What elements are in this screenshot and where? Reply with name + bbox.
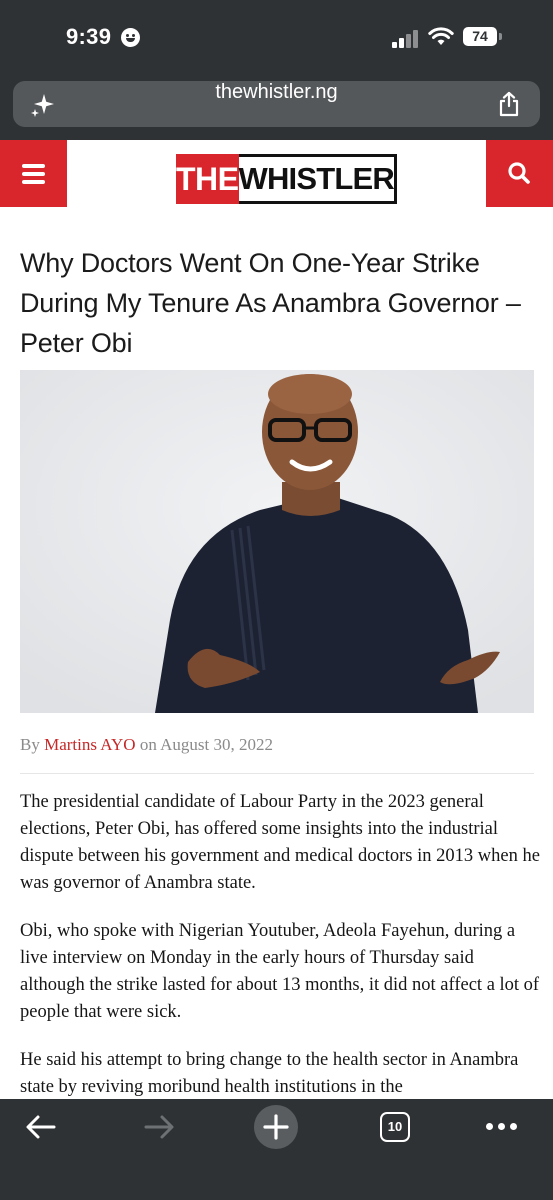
battery-cap [499, 33, 502, 40]
search-button[interactable] [486, 140, 553, 207]
battery-icon: 74 [463, 27, 497, 46]
portrait-illustration [20, 370, 534, 713]
share-icon[interactable] [497, 91, 521, 117]
author-link[interactable]: Martins AYO [44, 735, 135, 754]
article-paragraph: Obi, who spoke with Nigerian Youtuber, A… [20, 921, 540, 1022]
address-bar[interactable]: thewhistler.ng [13, 81, 540, 127]
byline-prefix: By [20, 735, 40, 754]
site-logo[interactable]: THE WHISTLER [176, 154, 397, 204]
logo-whistler: WHISTLER [238, 154, 397, 204]
more-options-icon[interactable] [486, 1123, 518, 1131]
cellular-signal-icon [392, 30, 420, 48]
forward-arrow-icon[interactable] [142, 1113, 176, 1141]
focus-mode-icon [121, 28, 140, 47]
browser-toolbar: 10 [0, 1099, 553, 1200]
logo-the: THE [176, 154, 239, 204]
byline-mid: on [139, 735, 157, 754]
article-paragraph: He said his attempt to bring change to t… [20, 1050, 519, 1097]
hamburger-icon [22, 164, 45, 168]
byline-divider [20, 773, 534, 774]
publish-date: August 30, 2022 [160, 735, 273, 754]
back-arrow-icon[interactable] [24, 1113, 58, 1141]
status-bar: 9:39 74 [0, 24, 553, 54]
menu-button[interactable] [0, 140, 67, 207]
search-icon [508, 162, 530, 184]
plus-icon [263, 1114, 289, 1140]
article-byline: By Martins AYO on August 30, 2022 [20, 735, 273, 755]
tab-switcher-button[interactable]: 10 [380, 1112, 410, 1142]
browser-chrome: 9:39 74 thewhistler.ng [0, 0, 553, 140]
site-header: THE WHISTLER [0, 140, 553, 207]
article-hero-image [20, 370, 534, 713]
status-time: 9:39 [66, 24, 112, 49]
article-headline: Why Doctors Went On One-Year Strike Duri… [20, 248, 521, 358]
url-text[interactable]: thewhistler.ng [13, 81, 540, 104]
new-tab-button[interactable] [254, 1105, 298, 1149]
article-paragraph: The presidential candidate of Labour Par… [20, 792, 540, 893]
wifi-icon [428, 27, 454, 45]
